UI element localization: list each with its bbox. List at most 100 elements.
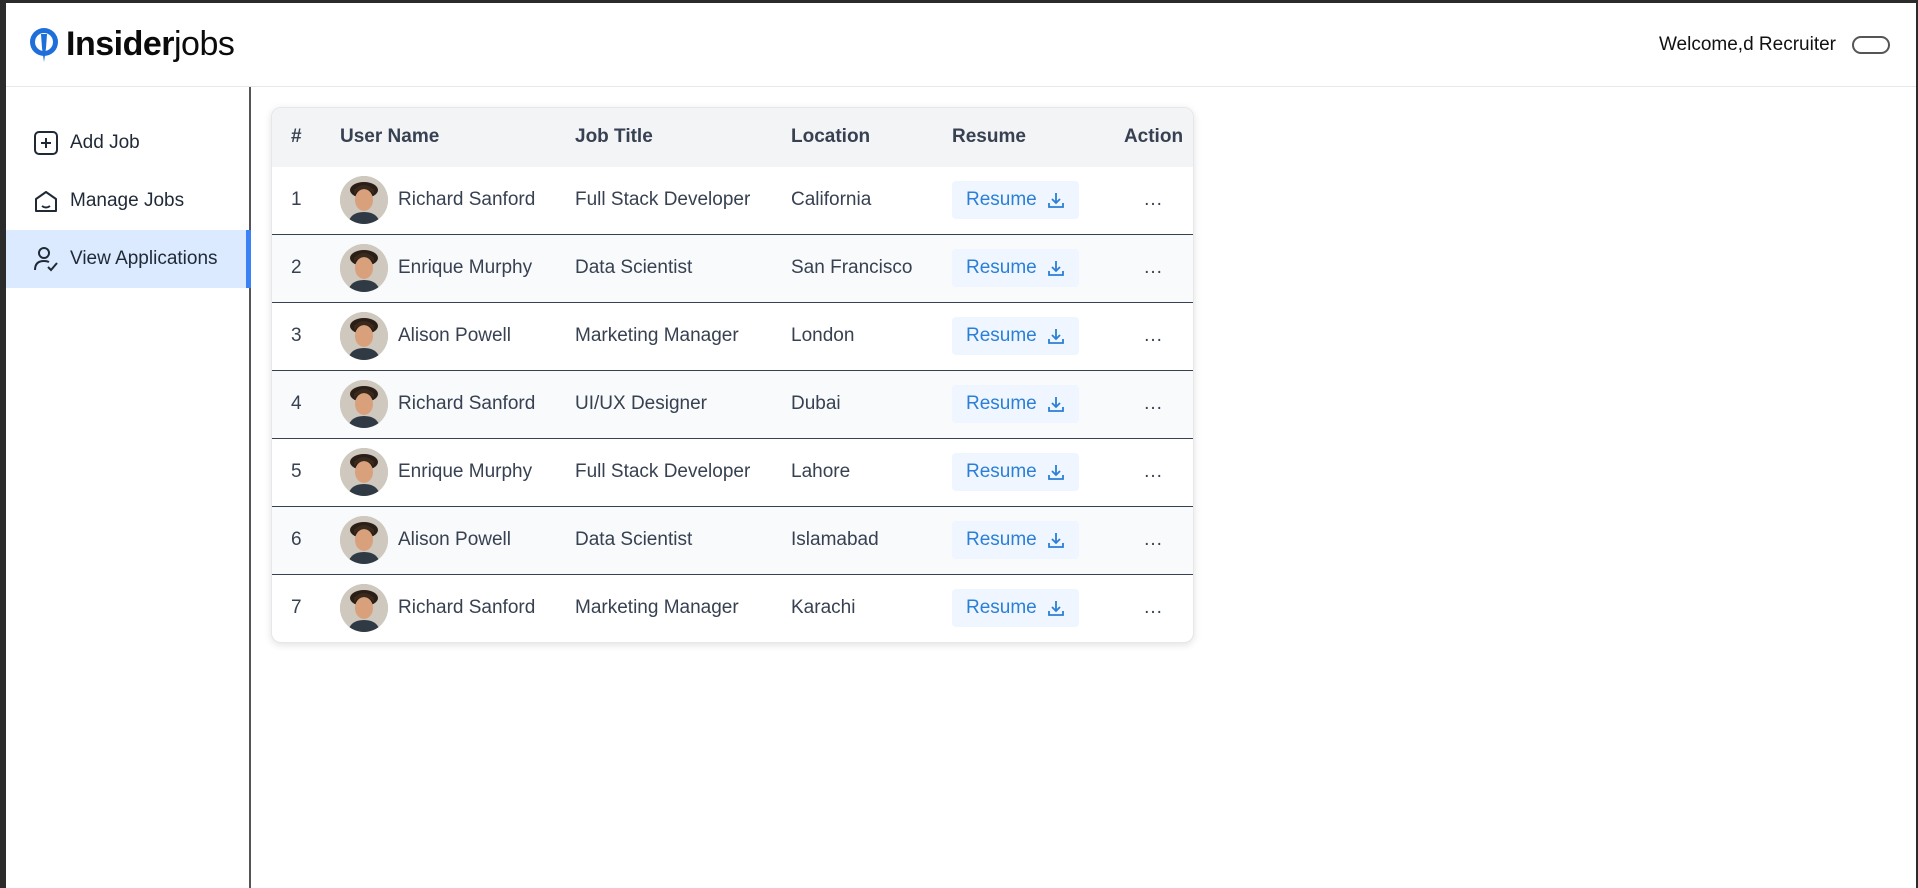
avatar bbox=[340, 516, 388, 564]
resume-label: Resume bbox=[966, 461, 1037, 482]
sidebar: Add Job Manage Jobs View Applications bbox=[6, 87, 251, 888]
user-name: Richard Sanford bbox=[398, 189, 536, 210]
avatar-image bbox=[340, 380, 388, 428]
user-cell-inner: Richard Sanford bbox=[340, 176, 575, 224]
row-number: 7 bbox=[291, 597, 302, 619]
user-cell: Enrique Murphy bbox=[340, 438, 575, 506]
resume-cell: Resume bbox=[952, 438, 1114, 506]
resume-label: Resume bbox=[966, 529, 1037, 550]
table-row: 7 Richard Sanford Marketing Manager Kara… bbox=[272, 574, 1193, 642]
user-cell: Alison Powell bbox=[340, 506, 575, 574]
action-cell: ... bbox=[1114, 370, 1193, 438]
resume-label: Resume bbox=[966, 393, 1037, 414]
user-name: Richard Sanford bbox=[398, 393, 536, 414]
user-cell: Enrique Murphy bbox=[340, 234, 575, 302]
action-cell: ... bbox=[1114, 234, 1193, 302]
row-number: 1 bbox=[291, 189, 302, 210]
table-row: 6 Alison Powell Data Scientist Islamabad bbox=[272, 506, 1193, 574]
welcome-text: Welcome,d Recruiter bbox=[1658, 33, 1836, 55]
location: California bbox=[791, 189, 872, 210]
app-frame: Insiderjobs Welcome,d Recruiter Add Job bbox=[6, 3, 1916, 888]
resume-download-button[interactable]: Resume bbox=[952, 521, 1079, 559]
resume-download-button[interactable]: Resume bbox=[952, 181, 1079, 219]
resume-cell: Resume bbox=[952, 234, 1114, 302]
more-actions-button[interactable]: ... bbox=[1144, 393, 1163, 414]
avatar-image bbox=[340, 584, 388, 633]
resume-cell: Resume bbox=[952, 166, 1114, 234]
avatar-image bbox=[340, 176, 388, 224]
download-icon bbox=[1047, 601, 1064, 617]
table-row: 3 Alison Powell Marketing Manager London bbox=[272, 302, 1193, 370]
logo[interactable]: Insiderjobs bbox=[28, 25, 235, 64]
col-header-job-title: Job Title bbox=[575, 125, 653, 147]
sidebar-item-add-job[interactable]: Add Job bbox=[6, 114, 249, 172]
col-header-action: Action bbox=[1123, 125, 1184, 147]
avatar bbox=[340, 584, 388, 633]
job-title: Marketing Manager bbox=[575, 597, 739, 619]
resume-label: Resume bbox=[966, 597, 1037, 619]
user-avatar-button[interactable] bbox=[1852, 35, 1890, 54]
header-row: # User Name Job Title Location Resume Ac… bbox=[272, 108, 1193, 166]
sidebar-item-label: Manage Jobs bbox=[70, 190, 185, 211]
brand-light: jobs bbox=[173, 25, 235, 63]
more-actions-button[interactable]: ... bbox=[1144, 529, 1163, 550]
avatar bbox=[340, 448, 388, 496]
applications-table: # User Name Job Title Location Resume Ac… bbox=[272, 108, 1193, 642]
resume-download-button[interactable]: Resume bbox=[952, 589, 1079, 628]
add-square-icon bbox=[34, 131, 58, 155]
col-header-location: Location bbox=[791, 125, 871, 147]
avatar-image bbox=[340, 448, 388, 496]
resume-label: Resume bbox=[966, 325, 1037, 346]
more-actions-button[interactable]: ... bbox=[1144, 461, 1163, 482]
download-icon bbox=[1047, 533, 1064, 548]
resume-download-button[interactable]: Resume bbox=[952, 249, 1079, 287]
user-name: Enrique Murphy bbox=[398, 257, 533, 278]
download-icon bbox=[1047, 193, 1064, 208]
user-cell-inner: Alison Powell bbox=[340, 516, 575, 564]
resume-cell: Resume bbox=[952, 506, 1114, 574]
row-number: 3 bbox=[291, 325, 302, 346]
download-icon bbox=[1047, 465, 1064, 480]
location: Islamabad bbox=[791, 529, 879, 550]
job-title: Data Scientist bbox=[575, 257, 693, 278]
sidebar-list: Add Job Manage Jobs View Applications bbox=[6, 87, 251, 288]
download-icon bbox=[1047, 329, 1064, 344]
user-name: Alison Powell bbox=[398, 325, 511, 346]
table-body: 1 Richard Sanford Full Stack Developer C… bbox=[272, 166, 1193, 642]
location: San Francisco bbox=[791, 257, 913, 278]
resume-download-button[interactable]: Resume bbox=[952, 453, 1079, 491]
resume-label: Resume bbox=[966, 257, 1037, 278]
resume-download-button[interactable]: Resume bbox=[952, 317, 1079, 355]
person-check-icon bbox=[34, 247, 58, 272]
user-name: Alison Powell bbox=[398, 529, 511, 550]
table-row: 2 Enrique Murphy Data Scientist San Fran… bbox=[272, 234, 1193, 302]
user-cell-inner: Richard Sanford bbox=[340, 584, 575, 633]
sidebar-item-view-applications[interactable]: View Applications bbox=[6, 230, 251, 288]
location: London bbox=[791, 325, 855, 346]
user-cell: Richard Sanford bbox=[340, 370, 575, 438]
row-number: 2 bbox=[291, 257, 302, 278]
table-header: # User Name Job Title Location Resume Ac… bbox=[272, 108, 1193, 166]
location: Karachi bbox=[791, 597, 856, 619]
user-cell: Richard Sanford bbox=[340, 574, 575, 642]
avatar bbox=[340, 380, 388, 428]
more-actions-button[interactable]: ... bbox=[1144, 325, 1163, 346]
more-actions-button[interactable]: ... bbox=[1144, 257, 1163, 278]
job-title: UI/UX Designer bbox=[575, 393, 707, 414]
header-right: Welcome,d Recruiter bbox=[1659, 34, 1890, 56]
action-cell: ... bbox=[1114, 166, 1193, 234]
more-actions-button[interactable]: ... bbox=[1144, 597, 1163, 618]
user-name: Enrique Murphy bbox=[398, 461, 533, 482]
more-actions-button[interactable]: ... bbox=[1144, 189, 1163, 210]
user-cell-inner: Enrique Murphy bbox=[340, 448, 575, 496]
job-title: Full Stack Developer bbox=[575, 189, 751, 210]
sidebar-item-manage-jobs[interactable]: Manage Jobs bbox=[6, 172, 249, 230]
col-header-resume: Resume bbox=[952, 125, 1026, 147]
resume-download-button[interactable]: Resume bbox=[952, 385, 1079, 423]
job-title: Data Scientist bbox=[575, 529, 693, 550]
user-cell-inner: Enrique Murphy bbox=[340, 244, 575, 292]
brand-bold: Insider bbox=[66, 25, 174, 63]
logo-icon bbox=[30, 27, 58, 62]
table-row: 4 Richard Sanford UI/UX Designer Dubai R… bbox=[272, 370, 1193, 438]
resume-cell: Resume bbox=[952, 370, 1114, 438]
